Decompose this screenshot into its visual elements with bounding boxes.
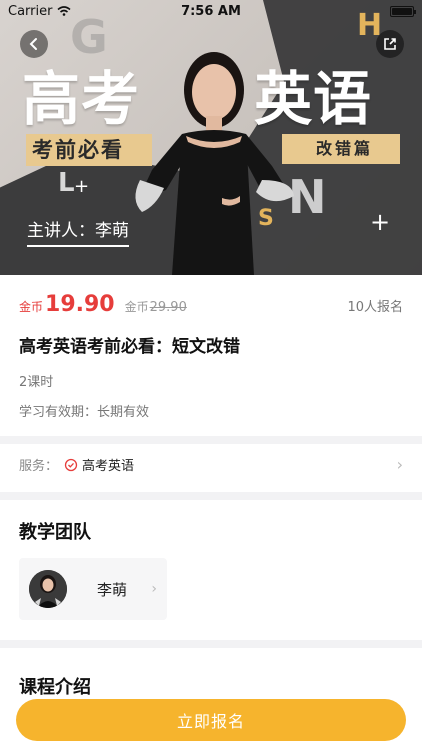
speaker-label: 主讲人：李萌 (27, 216, 129, 247)
chevron-left-icon (29, 38, 37, 50)
service-row[interactable]: 服务： 高考英语 › (19, 455, 403, 474)
original-coin-label: 金币 (124, 300, 149, 314)
coin-label: 金币 (19, 300, 44, 314)
team-heading: 教学团队 (19, 522, 91, 543)
price-row: 金币 19.90 金币 29.90 10人报名 (19, 292, 403, 317)
service-value: 高考英语 (82, 459, 135, 474)
presenter-photo (135, 52, 294, 275)
teacher-name: 李萌 (97, 580, 128, 599)
service-label: 服务： (19, 459, 59, 474)
course-banner: G H N S L + + 高考 英语 考前必看 改错篇 主讲人：李萌 (0, 0, 422, 275)
current-price: 19.90 (45, 292, 115, 317)
chevron-right-icon: › (151, 581, 157, 597)
status-bar: Carrier 7:56 AM (0, 0, 422, 22)
check-circle-icon (64, 458, 78, 471)
battery-icon (390, 5, 416, 17)
enroll-button[interactable]: 立即报名 (16, 699, 406, 741)
plus-icon: + (74, 176, 90, 197)
back-button[interactable] (20, 30, 48, 58)
decor-letter-l: L (58, 168, 75, 198)
share-icon (384, 38, 396, 50)
avatar (29, 570, 67, 608)
intro-heading: 课程介绍 (19, 677, 91, 698)
course-title: 高考英语考前必看：短文改错 (19, 337, 240, 357)
chevron-right-icon: › (396, 455, 403, 474)
status-time: 7:56 AM (181, 3, 241, 19)
plus-icon: + (370, 208, 391, 236)
original-price: 29.90 (149, 300, 187, 315)
enroll-count: 10人报名 (347, 300, 403, 315)
share-button[interactable] (376, 30, 404, 58)
lesson-count: 2课时 (19, 375, 54, 390)
validity-period: 学习有效期：长期有效 (19, 405, 150, 420)
teacher-card[interactable]: 李萌 › (19, 558, 167, 620)
